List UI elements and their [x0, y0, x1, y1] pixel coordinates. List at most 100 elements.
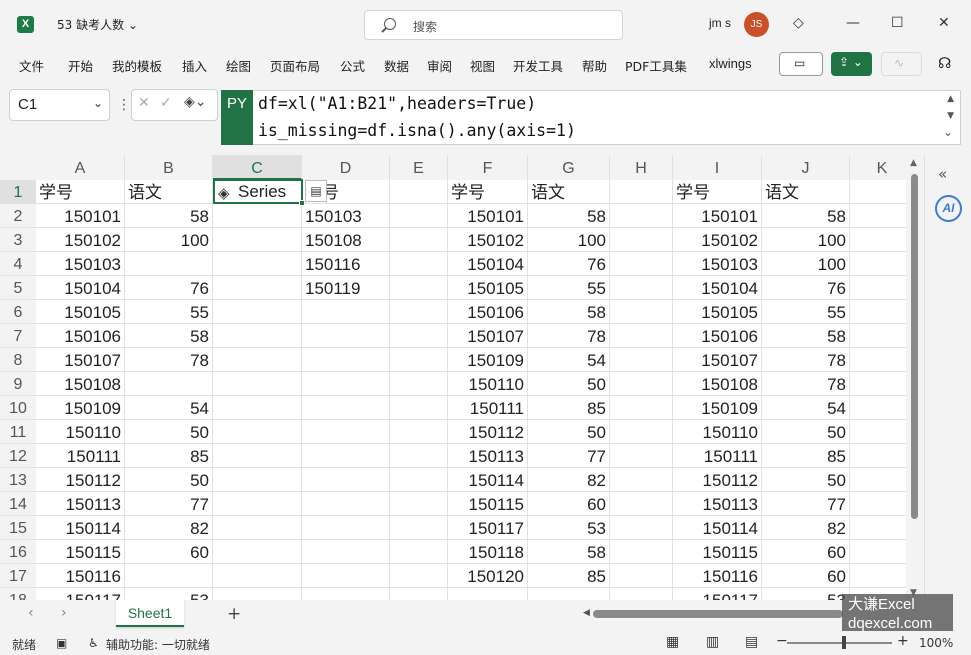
cell-h14[interactable]	[610, 492, 673, 516]
cell-h8[interactable]	[610, 348, 673, 372]
cell-h11[interactable]	[610, 420, 673, 444]
cell-b16[interactable]: 60	[125, 540, 213, 564]
cell-d15[interactable]	[302, 516, 390, 540]
cell-j7[interactable]: 58	[762, 324, 850, 348]
collapse-panel-icon[interactable]: «	[938, 165, 947, 183]
cell-d16[interactable]	[302, 540, 390, 564]
cell-j5[interactable]: 76	[762, 276, 850, 300]
cell-g5[interactable]: 55	[528, 276, 610, 300]
vertical-scrollbar[interactable]: ▲ ▼	[906, 156, 922, 600]
ai-assistant-icon[interactable]: AI	[935, 195, 962, 222]
cell-e17[interactable]	[390, 564, 448, 588]
row-header[interactable]: 8	[0, 348, 36, 372]
cell-h15[interactable]	[610, 516, 673, 540]
expand-formula-icon[interactable]: ⌄	[943, 125, 953, 139]
menu-insert[interactable]: 插入	[182, 56, 207, 75]
cell-h6[interactable]	[610, 300, 673, 324]
accessibility-icon[interactable]: ♿	[88, 636, 99, 650]
prev-sheet-icon[interactable]: ‹	[28, 605, 34, 621]
cell-i5[interactable]: 150104	[673, 276, 762, 300]
cell-e11[interactable]	[390, 420, 448, 444]
cell-d12[interactable]	[302, 444, 390, 468]
cell-h9[interactable]	[610, 372, 673, 396]
formula-input[interactable]: df=xl("A1:B21",headers=True) is_missing=…	[253, 90, 961, 145]
cell-h7[interactable]	[610, 324, 673, 348]
cell-f2[interactable]: 150101	[448, 204, 528, 228]
cell-g4[interactable]: 76	[528, 252, 610, 276]
cell-i16[interactable]: 150115	[673, 540, 762, 564]
user-name[interactable]: jm s	[709, 16, 731, 30]
share-button[interactable]: ⇪ ⌄	[831, 52, 872, 76]
cell-a1[interactable]: 学号	[36, 180, 125, 204]
row-header[interactable]: 16	[0, 540, 36, 564]
cell-h4[interactable]	[610, 252, 673, 276]
cell-a18[interactable]: 150117	[36, 588, 125, 600]
cell-a14[interactable]: 150113	[36, 492, 125, 516]
zoom-in-button[interactable]: +	[897, 633, 909, 649]
row-header[interactable]: 7	[0, 324, 36, 348]
cell-d5[interactable]: 150119	[302, 276, 390, 300]
cell-j13[interactable]: 50	[762, 468, 850, 492]
cell-g12[interactable]: 77	[528, 444, 610, 468]
cell-j8[interactable]: 78	[762, 348, 850, 372]
next-sheet-icon[interactable]: ›	[61, 605, 67, 621]
cell-b8[interactable]: 78	[125, 348, 213, 372]
row-header[interactable]: 9	[0, 372, 36, 396]
cell-d14[interactable]	[302, 492, 390, 516]
cell-j9[interactable]: 78	[762, 372, 850, 396]
menu-draw[interactable]: 绘图	[226, 56, 251, 75]
cell-e18[interactable]	[390, 588, 448, 600]
python-output-icon[interactable]: ◈⌄	[184, 94, 207, 110]
cell-c17[interactable]	[213, 564, 302, 588]
cell-c11[interactable]	[213, 420, 302, 444]
cell-c10[interactable]	[213, 396, 302, 420]
row-header[interactable]: 2	[0, 204, 36, 228]
row-header[interactable]: 15	[0, 516, 36, 540]
cell-f17[interactable]: 150120	[448, 564, 528, 588]
page-break-view-icon[interactable]: ▤	[745, 634, 758, 650]
accessibility-status[interactable]: 辅助功能: 一切就绪	[106, 636, 210, 653]
row-header[interactable]: 1	[0, 180, 36, 204]
menu-pdf-tools[interactable]: PDF工具集	[625, 56, 687, 75]
cell-i13[interactable]: 150112	[673, 468, 762, 492]
cell-a10[interactable]: 150109	[36, 396, 125, 420]
cell-d7[interactable]	[302, 324, 390, 348]
cell-g6[interactable]: 58	[528, 300, 610, 324]
cell-e13[interactable]	[390, 468, 448, 492]
menu-file[interactable]: 文件	[19, 56, 44, 75]
cell-h12[interactable]	[610, 444, 673, 468]
cell-i15[interactable]: 150114	[673, 516, 762, 540]
sheet-tab-sheet1[interactable]: Sheet1	[116, 600, 184, 627]
row-header[interactable]: 5	[0, 276, 36, 300]
cell-c3[interactable]	[213, 228, 302, 252]
cell-f7[interactable]: 150107	[448, 324, 528, 348]
cell-g3[interactable]: 100	[528, 228, 610, 252]
cell-i17[interactable]: 150116	[673, 564, 762, 588]
cell-j3[interactable]: 100	[762, 228, 850, 252]
cell-i8[interactable]: 150107	[673, 348, 762, 372]
add-sheet-button[interactable]: +	[227, 604, 241, 624]
python-badge[interactable]: PY	[221, 90, 253, 145]
close-icon[interactable]: ✕	[938, 14, 950, 32]
cell-h5[interactable]	[610, 276, 673, 300]
scroll-left-icon[interactable]: ◀	[583, 608, 590, 618]
avatar[interactable]: JS	[744, 12, 769, 37]
row-header[interactable]: 14	[0, 492, 36, 516]
cell-f12[interactable]: 150113	[448, 444, 528, 468]
scroll-up-icon[interactable]: ▲	[910, 158, 917, 168]
search-input[interactable]: 搜索	[364, 10, 623, 40]
zoom-level[interactable]: 100%	[919, 636, 953, 650]
cell-i1[interactable]: 学号	[673, 180, 762, 204]
cell-a17[interactable]: 150116	[36, 564, 125, 588]
row-header[interactable]: 12	[0, 444, 36, 468]
cell-a5[interactable]: 150104	[36, 276, 125, 300]
cell-c6[interactable]	[213, 300, 302, 324]
cell-d8[interactable]	[302, 348, 390, 372]
cell-h17[interactable]	[610, 564, 673, 588]
cell-e4[interactable]	[390, 252, 448, 276]
cell-i7[interactable]: 150106	[673, 324, 762, 348]
cell-i4[interactable]: 150103	[673, 252, 762, 276]
cell-f14[interactable]: 150115	[448, 492, 528, 516]
cell-c15[interactable]	[213, 516, 302, 540]
cell-i2[interactable]: 150101	[673, 204, 762, 228]
